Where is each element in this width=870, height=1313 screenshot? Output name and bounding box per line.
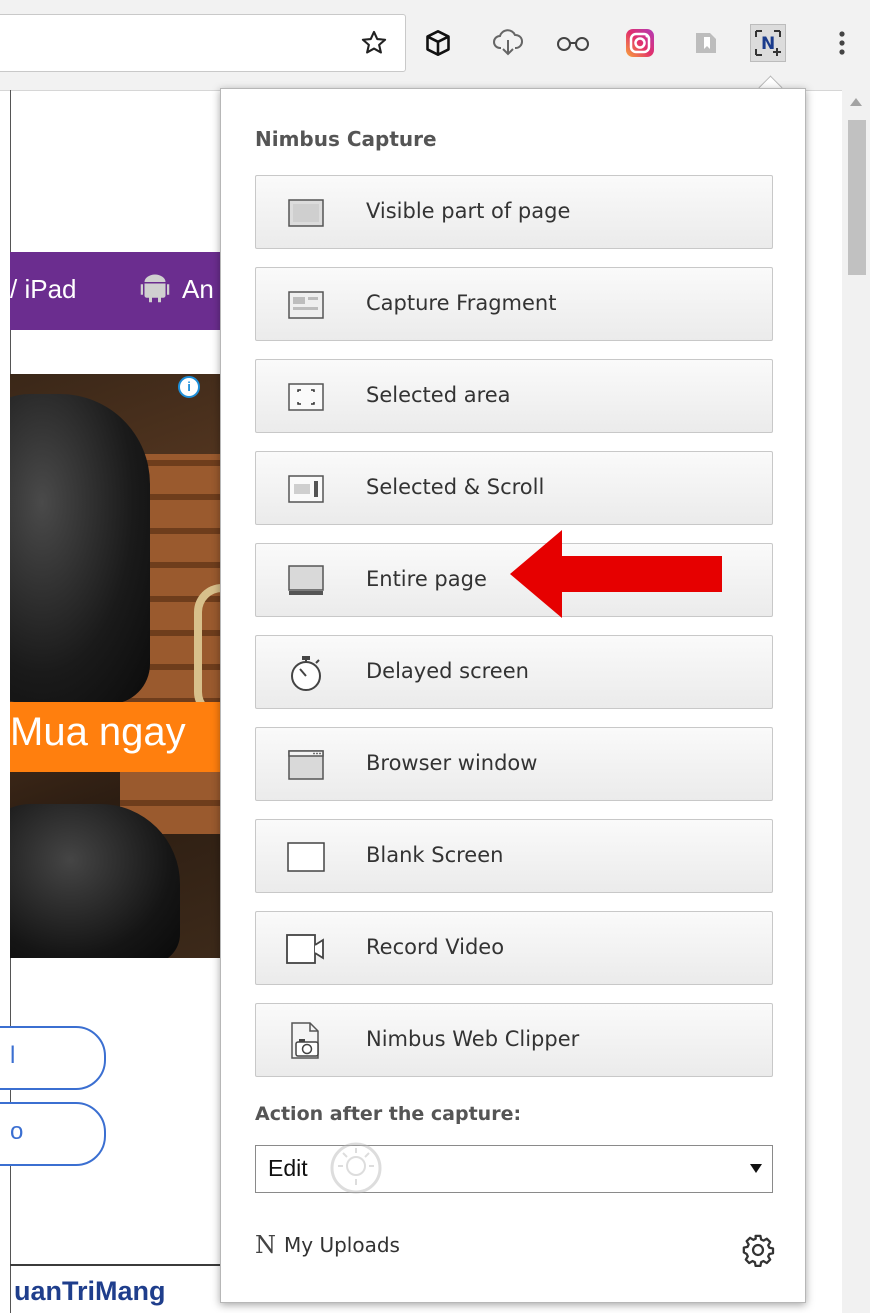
web-clipper-icon [286,1022,326,1060]
ad-image-shoe-bottom [10,804,180,958]
pill-button-2[interactable]: o [0,1102,106,1166]
web-clipper-label: Nimbus Web Clipper [366,1027,580,1051]
site-brand[interactable]: uanTriMang [14,1276,166,1307]
bookmark-extension-icon[interactable] [688,24,724,62]
delayed-screen-button[interactable]: Delayed screen [255,635,773,709]
scroll-thumb[interactable] [848,120,866,275]
star-icon[interactable] [356,24,392,62]
page-scrollbar[interactable] [842,90,870,1313]
nav-link-android[interactable]: An [182,274,214,305]
visible-part-button[interactable]: Visible part of page [255,175,773,249]
instagram-icon[interactable] [622,24,658,62]
scroll-up-arrow-icon[interactable] [850,98,862,106]
site-nav-bar: / iPad An [10,252,232,330]
selected-area-label: Selected area [366,383,511,407]
cloud-download-icon[interactable] [490,24,526,62]
record-video-button[interactable]: Record Video [255,911,773,985]
android-icon [137,270,173,310]
capture-fragment-label: Capture Fragment [366,291,557,315]
ad-info-icon[interactable]: i [178,376,200,398]
dropdown-arrow-icon [750,1164,762,1173]
record-video-label: Record Video [366,935,505,959]
popup-title: Nimbus Capture [255,127,437,151]
selected-area-icon [286,378,326,416]
browser-window-button[interactable]: Browser window [255,727,773,801]
glasses-icon[interactable] [555,24,591,62]
capture-fragment-button[interactable]: Capture Fragment [255,267,773,341]
watermark-bulb-icon [330,1142,382,1194]
blank-screen-label: Blank Screen [366,843,504,867]
ad-cta-strip[interactable]: Mua ngay [10,702,232,772]
action-after-capture-label: Action after the capture: [255,1103,522,1125]
menu-dots-icon[interactable] [824,24,860,62]
pill-button-2-label: o [10,1118,24,1145]
browser-window-label: Browser window [366,751,538,775]
ad-image-shoe [10,394,150,704]
gear-icon[interactable] [741,1233,775,1271]
ad-cta-text: Mua ngay [10,710,186,754]
nav-link-ipad[interactable]: / iPad [10,274,77,305]
visible-part-label: Visible part of page [366,199,571,223]
annotation-arrow [510,530,724,622]
selected-scroll-button[interactable]: Selected & Scroll [255,451,773,525]
selected-area-button[interactable]: Selected area [255,359,773,433]
selected-scroll-label: Selected & Scroll [366,475,545,499]
web-clipper-button[interactable]: Nimbus Web Clipper [255,1003,773,1077]
nimbus-n-icon: N [255,1231,276,1259]
blank-screen-button[interactable]: Blank Screen [255,819,773,893]
action-select-value: Edit [268,1155,308,1181]
delayed-screen-label: Delayed screen [366,659,529,683]
address-bar[interactable] [0,14,406,72]
entire-page-icon [286,562,326,600]
entire-page-label: Entire page [366,567,487,591]
pill-button-1-label: l [10,1042,16,1069]
stopwatch-icon [286,654,326,692]
my-uploads-link[interactable]: N My Uploads [255,1231,400,1259]
divider [10,1264,220,1266]
pill-button-1[interactable]: l [0,1026,106,1090]
blank-screen-icon [286,838,326,876]
nimbus-extension-icon[interactable]: N [750,24,786,62]
fragment-icon [286,286,326,324]
browser-toolbar: N [0,0,870,91]
selected-scroll-icon [286,470,326,508]
my-uploads-label: My Uploads [284,1233,400,1257]
video-camera-icon [286,930,326,968]
nimbus-capture-popup: Nimbus Capture Visible part of page Capt… [220,88,806,1303]
cube-extension-icon[interactable] [420,24,456,62]
visible-part-icon [286,194,326,232]
browser-window-icon [286,746,326,784]
ad-banner[interactable]: i Mua ngay [10,374,232,958]
watermark [328,1140,384,1196]
